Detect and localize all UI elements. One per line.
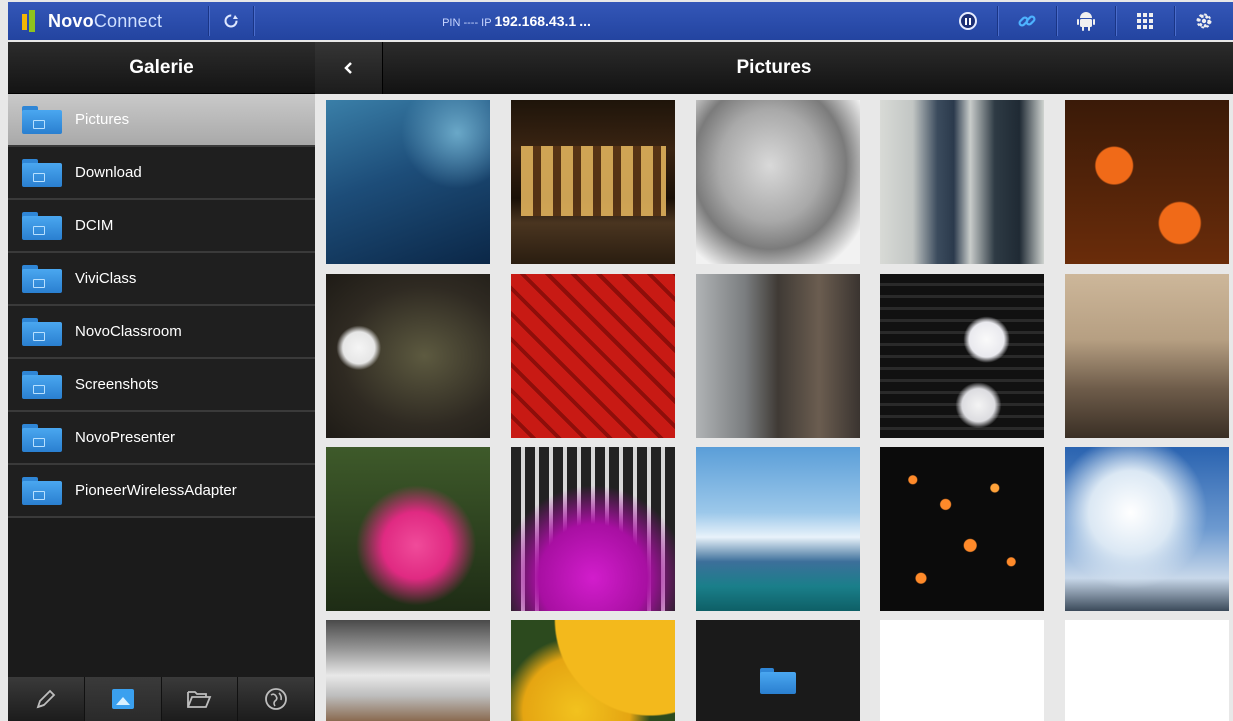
thumbnail-folder[interactable] — [696, 620, 860, 721]
folder-icon — [22, 370, 62, 399]
folder-label: NovoPresenter — [75, 429, 176, 446]
link-button[interactable] — [998, 2, 1056, 40]
back-button[interactable] — [315, 42, 383, 94]
gear-icon — [1196, 13, 1212, 29]
tab-gallery[interactable] — [84, 677, 162, 721]
apps-button[interactable] — [1116, 2, 1174, 40]
folder-icon — [22, 105, 62, 134]
thumbnail-lake-water[interactable] — [326, 100, 490, 264]
thumbnail-empty — [880, 620, 1044, 721]
folder-label: PioneerWirelessAdapter — [75, 482, 237, 499]
ip-more: ... — [579, 13, 591, 29]
folder-list: Pictures Download DCIM ViviClass NovoCla… — [8, 94, 315, 518]
android-icon — [1077, 12, 1095, 31]
folder-item-pictures[interactable]: Pictures — [8, 94, 315, 147]
app-name-light: Connect — [93, 10, 163, 31]
connection-info: PIN ---- IP 192.168.43.1 ... — [254, 13, 939, 29]
folder-icon — [22, 264, 62, 293]
sidebar-title: Galerie — [8, 42, 315, 94]
thumbnail-sunflower[interactable] — [511, 620, 675, 721]
app-name-bold: Novo — [48, 10, 94, 31]
tab-draw[interactable] — [8, 677, 85, 721]
thumbnail-sleeping-kitten[interactable] — [696, 100, 860, 264]
link-icon — [1018, 15, 1036, 27]
folder-open-icon — [187, 691, 212, 708]
folder-icon — [22, 423, 62, 452]
pencil-icon — [36, 689, 56, 709]
settings-button[interactable] — [1175, 2, 1233, 40]
chevron-left-icon — [343, 62, 352, 74]
folder-label: Download — [75, 164, 142, 181]
thumbnail-white-flower[interactable] — [326, 274, 490, 438]
thumbnail-cloudy-sky[interactable] — [1065, 447, 1229, 611]
app-brand: NovoConnect — [8, 2, 208, 40]
pin-ip-prefix: PIN ---- IP — [442, 17, 492, 29]
gallery-sidebar: Galerie Pictures Download DCIM ViviClass… — [8, 42, 315, 721]
android-button[interactable] — [1057, 2, 1115, 40]
thumbnail-pink-lily[interactable] — [326, 447, 490, 611]
thumbnail-river-rocks[interactable] — [326, 620, 490, 721]
thumbnail-lit-building-night[interactable] — [511, 100, 675, 264]
thumbnail-empty — [1065, 620, 1229, 721]
thumbnail-cat-window[interactable] — [696, 274, 860, 438]
pause-button[interactable] — [939, 2, 997, 40]
folder-icon — [22, 158, 62, 187]
folder-icon — [22, 476, 62, 505]
picture-icon — [111, 689, 134, 709]
novo-logo-icon — [22, 10, 38, 32]
thumbnail-orchid-wine-rack[interactable] — [880, 274, 1044, 438]
ip-address: 192.168.43.1 — [494, 13, 577, 29]
thumbnail-sky-lanterns[interactable] — [880, 447, 1044, 611]
thumbnail-palace-facade[interactable] — [1065, 274, 1229, 438]
status-bar: NovoConnect PIN ---- IP 192.168.43.1 ... — [8, 2, 1233, 40]
page-title: Pictures — [736, 57, 812, 78]
refresh-icon — [224, 14, 238, 28]
app-name: NovoConnect — [48, 11, 162, 32]
folder-item-novopresenter[interactable]: NovoPresenter — [8, 412, 315, 465]
grid-icon — [1137, 13, 1153, 29]
sidebar-footer-tabs — [8, 677, 315, 721]
thumbnail-harbor-ship[interactable] — [696, 447, 860, 611]
folder-label: Pictures — [75, 111, 130, 128]
folder-item-screenshots[interactable]: Screenshots — [8, 359, 315, 412]
globe-icon — [265, 688, 288, 710]
folder-icon — [22, 317, 62, 346]
folder-item-viviclass[interactable]: ViviClass — [8, 253, 315, 306]
folder-label: DCIM — [75, 217, 114, 234]
folder-item-pioneerwirelessadapter[interactable]: PioneerWirelessAdapter — [8, 465, 315, 518]
folder-item-dcim[interactable]: DCIM — [8, 200, 315, 253]
folder-item-download[interactable]: Download — [8, 147, 315, 200]
folder-icon — [760, 667, 796, 694]
folder-item-novoclassroom[interactable]: NovoClassroom — [8, 306, 315, 359]
pause-icon — [959, 12, 977, 30]
folder-label: Screenshots — [75, 376, 159, 393]
folder-icon — [22, 211, 62, 240]
thumbnail-couple-jeans[interactable] — [880, 100, 1044, 264]
folder-label: NovoClassroom — [75, 323, 182, 340]
thumbnail-purple-orchids[interactable] — [511, 447, 675, 611]
tab-files[interactable] — [162, 677, 239, 721]
refresh-button[interactable] — [209, 13, 253, 29]
tab-web[interactable] — [238, 677, 315, 721]
content-header: Pictures — [315, 42, 1233, 94]
folder-label: ViviClass — [75, 270, 137, 287]
thumbnail-red-pattern[interactable] — [511, 274, 675, 438]
thumbnail-clownfish[interactable] — [1065, 100, 1229, 264]
